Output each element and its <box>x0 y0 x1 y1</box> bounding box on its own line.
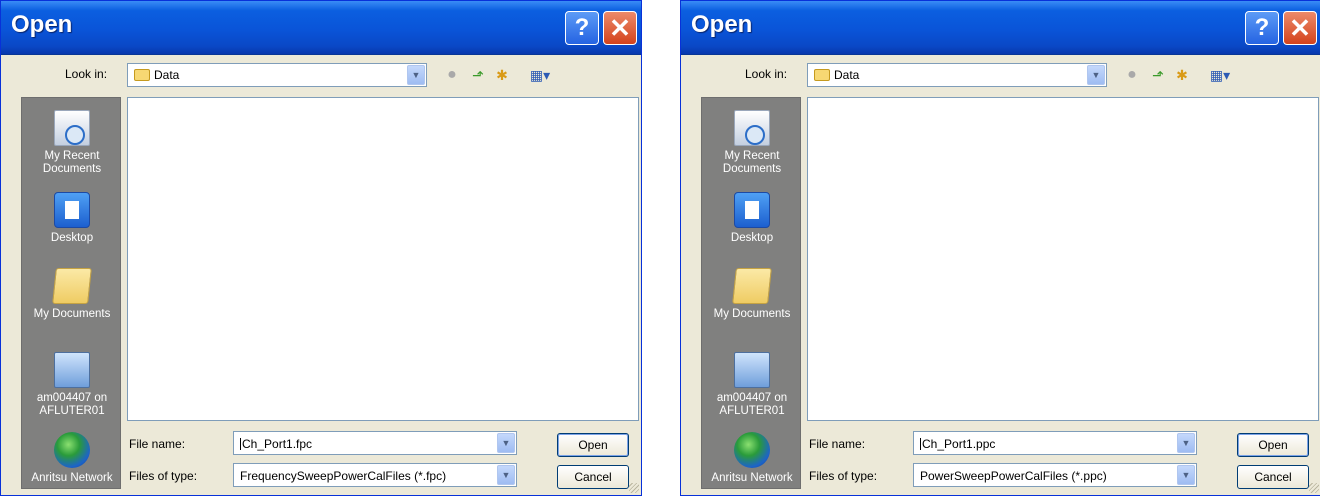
files-of-type-select[interactable]: FrequencySweepPowerCalFiles (*.fpc) ▼ <box>233 463 517 487</box>
file-list[interactable] <box>127 97 639 421</box>
open-button[interactable]: Open <box>1237 433 1309 457</box>
place-my-recent-documents[interactable]: My Recent Documents <box>22 110 122 176</box>
place-label: am004407 on AFLUTER01 <box>716 392 788 417</box>
place-label: My Documents <box>713 308 791 320</box>
file-name-value: Ch_Port1.fpc <box>242 437 313 451</box>
close-icon: ✕ <box>1289 12 1311 43</box>
help-button[interactable]: ? <box>565 11 599 45</box>
cancel-button[interactable]: Cancel <box>1237 465 1309 489</box>
help-button[interactable]: ? <box>1245 11 1279 45</box>
network-globe-icon <box>734 432 770 468</box>
file-list[interactable] <box>807 97 1319 421</box>
place-my-computer[interactable]: am004407 on AFLUTER01 <box>702 352 802 418</box>
chevron-down-icon[interactable]: ▼ <box>497 433 515 453</box>
new-folder-icon[interactable]: ✱ <box>1173 65 1191 85</box>
place-label: My Documents <box>33 308 111 320</box>
help-icon: ? <box>1254 14 1270 41</box>
file-name-input[interactable]: Ch_Port1.fpc ▼ <box>233 431 517 455</box>
look-in-value: Data <box>834 68 860 82</box>
open-dialog-frequency: Open ? ✕ Look in: Data ▼ ● ⬏ ✱ ▦▾ My Rec… <box>0 0 642 496</box>
dialog-title: Open <box>691 11 753 38</box>
file-name-input[interactable]: Ch_Port1.ppc ▼ <box>913 431 1197 455</box>
resize-grip[interactable] <box>1309 483 1319 493</box>
folder-icon <box>814 69 830 81</box>
files-of-type-label: Files of type: <box>129 469 198 483</box>
file-name-label: File name: <box>129 437 186 451</box>
recent-documents-icon <box>734 110 770 146</box>
place-label: am004407 on AFLUTER01 <box>36 392 108 417</box>
open-button[interactable]: Open <box>557 433 629 457</box>
place-label: Desktop <box>730 232 774 244</box>
look-in-value: Data <box>154 68 180 82</box>
close-button[interactable]: ✕ <box>603 11 637 45</box>
resize-grip[interactable] <box>629 483 639 493</box>
place-label: Anritsu Network <box>31 472 113 484</box>
computer-icon <box>54 352 90 388</box>
files-of-type-select[interactable]: PowerSweepPowerCalFiles (*.ppc) ▼ <box>913 463 1197 487</box>
file-name-label: File name: <box>809 437 866 451</box>
look-in-combo[interactable]: Data ▼ <box>127 63 427 87</box>
back-icon[interactable]: ● <box>1123 65 1141 85</box>
close-icon: ✕ <box>609 12 631 43</box>
place-my-documents[interactable]: My Documents <box>22 268 122 321</box>
look-in-label: Look in: <box>65 67 108 81</box>
desktop-icon <box>54 192 90 228</box>
folder-icon <box>134 69 150 81</box>
up-folder-icon[interactable]: ⬏ <box>1149 65 1167 85</box>
place-my-recent-documents[interactable]: My Recent Documents <box>702 110 802 176</box>
chevron-down-icon[interactable]: ▼ <box>1087 65 1105 85</box>
look-in-label: Look in: <box>745 67 788 81</box>
views-menu-icon[interactable]: ▦▾ <box>1203 65 1237 85</box>
views-menu-icon[interactable]: ▦▾ <box>523 65 557 85</box>
title-bar: Open ? ✕ <box>1 1 641 55</box>
files-of-type-label: Files of type: <box>809 469 878 483</box>
my-documents-icon <box>52 268 92 304</box>
file-name-value: Ch_Port1.ppc <box>922 437 996 451</box>
files-of-type-value: FrequencySweepPowerCalFiles (*.fpc) <box>240 469 447 483</box>
place-my-documents[interactable]: My Documents <box>702 268 802 321</box>
cancel-button[interactable]: Cancel <box>557 465 629 489</box>
files-of-type-value: PowerSweepPowerCalFiles (*.ppc) <box>920 469 1107 483</box>
places-bar: My Recent Documents Desktop My Documents… <box>701 97 801 489</box>
place-desktop[interactable]: Desktop <box>22 192 122 245</box>
place-label: Desktop <box>50 232 94 244</box>
place-label: My Recent Documents <box>42 150 102 175</box>
recent-documents-icon <box>54 110 90 146</box>
place-network[interactable]: Anritsu Network <box>22 432 122 485</box>
back-icon[interactable]: ● <box>443 65 461 85</box>
place-label: Anritsu Network <box>711 472 793 484</box>
my-documents-icon <box>732 268 772 304</box>
computer-icon <box>734 352 770 388</box>
place-my-computer[interactable]: am004407 on AFLUTER01 <box>22 352 122 418</box>
title-bar: Open ? ✕ <box>681 1 1320 55</box>
place-label: My Recent Documents <box>722 150 782 175</box>
places-bar: My Recent Documents Desktop My Documents… <box>21 97 121 489</box>
chevron-down-icon[interactable]: ▼ <box>497 465 515 485</box>
chevron-down-icon[interactable]: ▼ <box>407 65 425 85</box>
look-in-combo[interactable]: Data ▼ <box>807 63 1107 87</box>
open-dialog-power: Open ? ✕ Look in: Data ▼ ● ⬏ ✱ ▦▾ My Rec… <box>680 0 1320 496</box>
new-folder-icon[interactable]: ✱ <box>493 65 511 85</box>
desktop-icon <box>734 192 770 228</box>
up-folder-icon[interactable]: ⬏ <box>469 65 487 85</box>
chevron-down-icon[interactable]: ▼ <box>1177 433 1195 453</box>
chevron-down-icon[interactable]: ▼ <box>1177 465 1195 485</box>
close-button[interactable]: ✕ <box>1283 11 1317 45</box>
help-icon: ? <box>574 14 590 41</box>
place-network[interactable]: Anritsu Network <box>702 432 802 485</box>
network-globe-icon <box>54 432 90 468</box>
place-desktop[interactable]: Desktop <box>702 192 802 245</box>
dialog-title: Open <box>11 11 73 38</box>
